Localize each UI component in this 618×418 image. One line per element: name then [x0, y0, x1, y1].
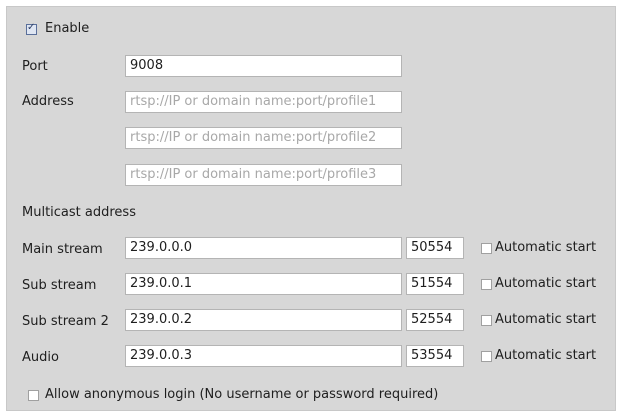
main-stream-label: Main stream — [22, 242, 103, 257]
sub-stream-ip-input[interactable]: 239.0.0.1 — [125, 273, 402, 295]
sub-stream-2-port-input[interactable]: 52554 — [406, 309, 464, 331]
sub-stream-2-auto-label: Automatic start — [495, 312, 597, 327]
address-input-1[interactable]: rtsp://IP or domain name:port/profile1 — [125, 91, 402, 113]
sub-stream-auto-label: Automatic start — [495, 276, 597, 291]
sub-stream-port-input[interactable]: 51554 — [406, 273, 464, 295]
address-input-3[interactable]: rtsp://IP or domain name:port/profile3 — [125, 164, 402, 186]
anonymous-login-label: Allow anonymous login (No username or pa… — [45, 387, 439, 402]
sub-stream-2-ip-input[interactable]: 239.0.0.2 — [125, 309, 402, 331]
audio-port-input[interactable]: 53554 — [406, 345, 464, 367]
sub-stream-label: Sub stream — [22, 278, 97, 293]
audio-auto-checkbox[interactable] — [481, 351, 492, 362]
sub-stream-2-label: Sub stream 2 — [22, 314, 109, 329]
main-stream-ip-input[interactable]: 239.0.0.0 — [125, 237, 402, 259]
main-stream-port-input[interactable]: 50554 — [406, 237, 464, 259]
address-input-2[interactable]: rtsp://IP or domain name:port/profile2 — [125, 127, 402, 149]
main-stream-auto-label: Automatic start — [495, 240, 597, 255]
enable-checkbox[interactable] — [26, 22, 37, 35]
audio-auto-label: Automatic start — [495, 348, 597, 363]
port-label: Port — [22, 59, 48, 74]
sub-stream-auto-checkbox[interactable] — [481, 279, 492, 290]
anonymous-login-checkbox[interactable] — [28, 390, 39, 401]
main-stream-auto-checkbox[interactable] — [481, 243, 492, 254]
audio-ip-input[interactable]: 239.0.0.3 — [125, 345, 402, 367]
address-label: Address — [22, 94, 74, 109]
enable-label: Enable — [45, 21, 90, 36]
sub-stream-2-auto-checkbox[interactable] — [481, 315, 492, 326]
port-input[interactable]: 9008 — [125, 55, 402, 77]
audio-label: Audio — [22, 350, 59, 365]
multicast-heading: Multicast address — [22, 205, 136, 220]
